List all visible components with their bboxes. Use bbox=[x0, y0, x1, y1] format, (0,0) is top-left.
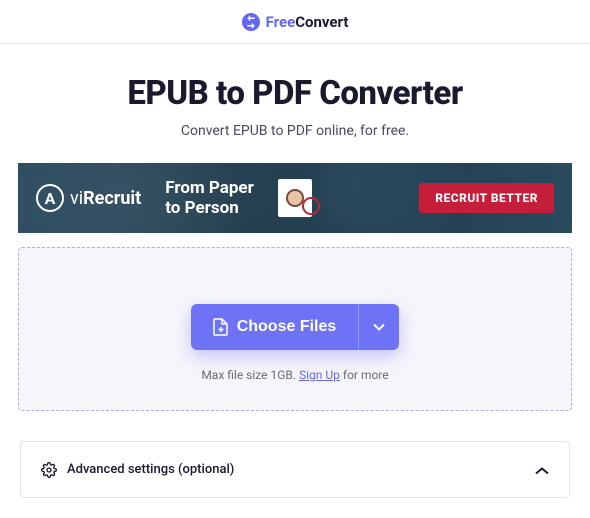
site-header: FreeConvert bbox=[0, 0, 590, 44]
brand-logo[interactable]: FreeConvert bbox=[242, 12, 349, 31]
swap-icon bbox=[242, 13, 260, 31]
page-title: EPUB to PDF Converter bbox=[18, 74, 572, 113]
ad-brand-vi: vi bbox=[70, 188, 83, 209]
advanced-left: Advanced settings (optional) bbox=[41, 462, 234, 478]
sign-up-link[interactable]: Sign Up bbox=[299, 368, 340, 382]
ad-brand-recruit: Recruit bbox=[83, 188, 141, 209]
choose-files-dropdown-button[interactable] bbox=[358, 304, 399, 350]
page-subtitle: Convert EPUB to PDF online, for free. bbox=[18, 123, 572, 139]
hint-suffix: for more bbox=[340, 368, 389, 382]
chevron-up-icon bbox=[535, 460, 549, 479]
file-size-hint: Max file size 1GB. Sign Up for more bbox=[19, 368, 571, 382]
file-dropzone[interactable]: Choose Files Max file size 1GB. Sign Up … bbox=[18, 247, 572, 411]
choose-files-button[interactable]: Choose Files bbox=[191, 304, 359, 350]
ad-logo-text: viRecruit bbox=[70, 188, 141, 209]
ad-logo-icon: A bbox=[36, 184, 64, 212]
main-content: EPUB to PDF Converter Convert EPUB to PD… bbox=[0, 44, 590, 498]
ad-slogan-line2: to Person bbox=[165, 198, 254, 218]
advanced-settings-label: Advanced settings (optional) bbox=[67, 462, 234, 477]
ad-slogan: From Paper to Person bbox=[165, 178, 254, 219]
logo-text-free: Free bbox=[266, 13, 296, 31]
ad-photo-icon bbox=[278, 179, 312, 217]
file-button-group: Choose Files bbox=[191, 304, 400, 350]
choose-files-label: Choose Files bbox=[237, 318, 337, 336]
chevron-down-icon bbox=[373, 323, 385, 331]
ad-banner[interactable]: A viRecruit From Paper to Person RECRUIT… bbox=[18, 163, 572, 233]
logo-text-convert: Convert bbox=[295, 13, 348, 31]
ad-brand: A viRecruit bbox=[36, 184, 141, 212]
ad-slogan-line1: From Paper bbox=[165, 178, 254, 198]
file-plus-icon bbox=[213, 318, 229, 336]
advanced-settings-toggle[interactable]: Advanced settings (optional) bbox=[20, 441, 570, 498]
ad-cta-button[interactable]: RECRUIT BETTER bbox=[419, 183, 554, 213]
gear-icon bbox=[41, 462, 57, 478]
hint-prefix: Max file size 1GB. bbox=[201, 368, 299, 382]
